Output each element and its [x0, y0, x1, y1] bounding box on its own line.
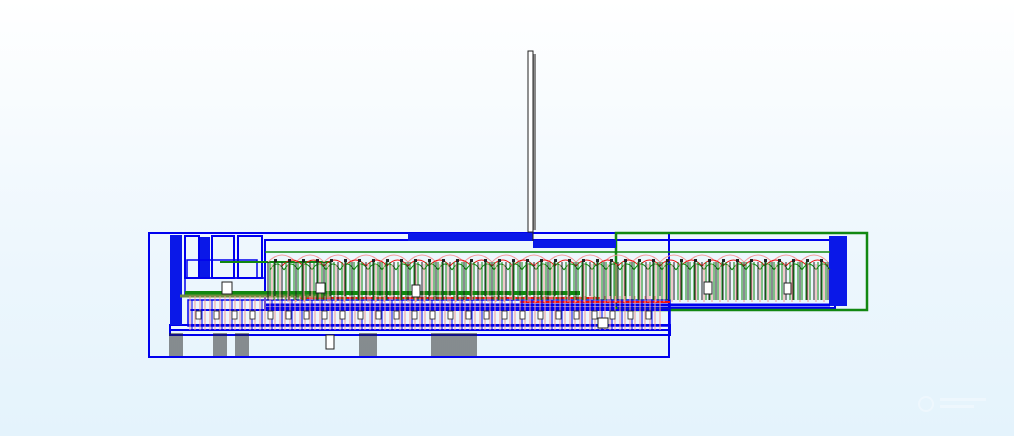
cell-marker [288, 259, 291, 262]
cell-marker [372, 259, 375, 262]
component-box [703, 281, 713, 295]
pin-pad [285, 310, 292, 320]
cell-marker [582, 259, 585, 262]
left-col-fill [170, 235, 182, 325]
cell-marker [330, 259, 333, 262]
cell-marker [442, 259, 445, 262]
cell-marker [778, 259, 781, 262]
pin-pad [555, 310, 562, 320]
cell-marker [820, 259, 823, 262]
pin-pad [321, 310, 328, 320]
fanout-arc-inner [785, 259, 808, 267]
fanout-arc-inner [512, 259, 535, 267]
cell-marker [512, 259, 515, 262]
top-step-fill [533, 240, 616, 248]
cell-marker [526, 259, 529, 262]
cell-marker [498, 259, 501, 262]
cell-marker [750, 259, 753, 262]
fanout-arc-inner [617, 259, 640, 267]
fanout-arc-inner [449, 259, 472, 267]
left-cell-3 [237, 235, 263, 279]
pin-pad [357, 310, 364, 320]
cell-marker [666, 259, 669, 262]
pin-pad [267, 310, 274, 320]
fanout-arc [519, 254, 549, 263]
component-box [221, 281, 233, 295]
fanout-arc [771, 254, 801, 263]
cell-marker [568, 259, 571, 262]
fanout-arc-inner [680, 259, 703, 267]
pin-pad [249, 310, 256, 320]
cell-marker [274, 259, 277, 262]
pin-pad [411, 310, 418, 320]
cell-marker [722, 259, 725, 262]
pin-pad [537, 310, 544, 320]
cell-marker [316, 259, 319, 262]
fanout-arc [435, 254, 465, 263]
cell-marker [624, 259, 627, 262]
pin-pad [501, 310, 508, 320]
cell-marker [694, 259, 697, 262]
cell-marker [680, 259, 683, 262]
cell-marker [302, 259, 305, 262]
fanout-arc-inner [344, 259, 367, 267]
top-bar-fill [408, 233, 533, 241]
fanout-arc [687, 254, 717, 263]
pin-pad [591, 310, 598, 320]
pin-pad [573, 310, 580, 320]
pin-pad [645, 310, 652, 320]
cell-marker [456, 259, 459, 262]
circuit-layout-diagram [148, 50, 869, 358]
pin-pad [609, 310, 616, 320]
left-col-fill-2 [200, 237, 210, 279]
fanout-arc [351, 254, 381, 263]
pin-pad [519, 310, 526, 320]
cell-marker [540, 259, 543, 262]
right-bar-fill [829, 236, 847, 306]
cell-marker [764, 259, 767, 262]
diagram-canvas [0, 0, 1014, 436]
cell-marker [708, 259, 711, 262]
component-box [597, 317, 609, 329]
cell-marker [792, 259, 795, 262]
component-box [411, 284, 421, 298]
left-cell-2 [211, 235, 235, 279]
component-box [783, 282, 792, 295]
watermark-logo-icon [918, 396, 986, 412]
fanout-arc [603, 254, 633, 263]
cell-marker [358, 259, 361, 262]
cell-marker [806, 259, 809, 262]
pin-pad [627, 310, 634, 320]
component-box [325, 334, 335, 350]
pin-pad [447, 310, 454, 320]
cell-marker [554, 259, 557, 262]
pin-pad [429, 310, 436, 320]
pin-pad [393, 310, 400, 320]
component-box [315, 282, 326, 294]
cell-marker [736, 259, 739, 262]
cell-marker [652, 259, 655, 262]
cell-marker [344, 259, 347, 262]
cell-marker [414, 259, 417, 262]
cell-marker [596, 259, 599, 262]
pin-pad [231, 310, 238, 320]
pin-pad [195, 310, 202, 320]
cell-marker [484, 259, 487, 262]
pin-pad [375, 310, 382, 320]
pin-pad [303, 310, 310, 320]
cell-marker [470, 259, 473, 262]
antenna-mast-icon [527, 50, 536, 241]
pin-pad [465, 310, 472, 320]
pin-pad [213, 310, 220, 320]
cell-marker [400, 259, 403, 262]
pin-pad [339, 310, 346, 320]
cell-marker [638, 259, 641, 262]
fanout-arc [267, 254, 297, 263]
cell-marker [428, 259, 431, 262]
layout-blocks [148, 231, 869, 358]
pin-pad [483, 310, 490, 320]
mast-body [527, 50, 534, 233]
cell-marker [386, 259, 389, 262]
cell-marker [610, 259, 613, 262]
